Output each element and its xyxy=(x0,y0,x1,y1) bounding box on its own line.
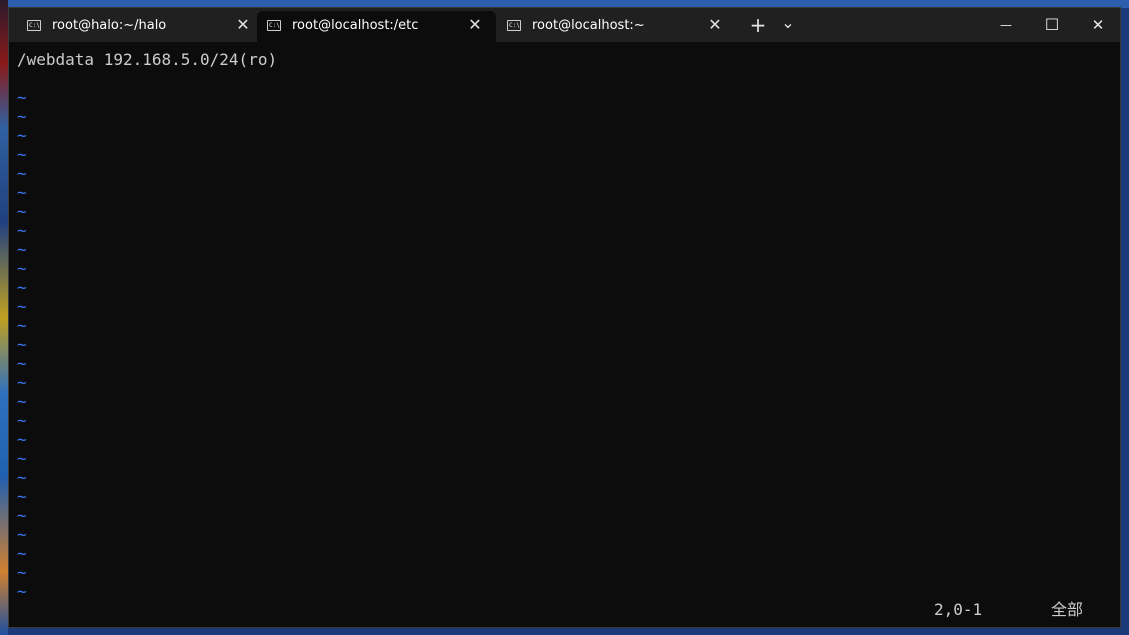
file-content-line: /webdata 192.168.5.0/24(ro) xyxy=(17,50,278,69)
tab-label: root@halo:~/halo xyxy=(52,18,167,33)
empty-line-marker: ~ xyxy=(17,468,27,487)
empty-line-marker: ~ xyxy=(17,354,27,373)
empty-line-marker: ~ xyxy=(17,164,27,183)
tab-label: root@localhost:/etc xyxy=(292,18,419,33)
close-button[interactable]: ✕ xyxy=(1075,8,1121,42)
empty-line-marker: ~ xyxy=(17,430,27,449)
close-icon[interactable]: ✕ xyxy=(465,15,485,35)
empty-line-marker: ~ xyxy=(17,411,27,430)
empty-line-marker: ~ xyxy=(17,202,27,221)
terminal-icon: C:\ xyxy=(27,20,41,31)
title-bar: C:\ root@halo:~/halo ✕ C:\ root@localhos… xyxy=(9,8,1120,42)
close-icon[interactable]: ✕ xyxy=(705,15,725,35)
empty-line-marker: ~ xyxy=(17,259,27,278)
chevron-down-icon[interactable]: ⌄ xyxy=(776,13,800,37)
terminal-window: C:\ root@halo:~/halo ✕ C:\ root@localhos… xyxy=(8,7,1121,628)
cursor-position: 2,0-1 xyxy=(934,600,983,619)
terminal-icon: C:\ xyxy=(507,20,521,31)
empty-line-marker: ~ xyxy=(17,278,27,297)
empty-line-marker: ~ xyxy=(17,297,27,316)
empty-line-marker: ~ xyxy=(17,240,27,259)
minimize-button[interactable]: — xyxy=(983,8,1029,42)
empty-line-marker: ~ xyxy=(17,221,27,240)
empty-line-marker: ~ xyxy=(17,487,27,506)
empty-line-marker: ~ xyxy=(17,145,27,164)
empty-line-marker: ~ xyxy=(17,373,27,392)
new-tab-button[interactable]: + xyxy=(746,13,770,37)
empty-line-marker: ~ xyxy=(17,107,27,126)
terminal-icon: C:\ xyxy=(267,20,281,31)
empty-line-marker: ~ xyxy=(17,544,27,563)
close-icon[interactable]: ✕ xyxy=(233,15,253,35)
maximize-button[interactable]: ☐ xyxy=(1029,8,1075,42)
tab-root-halo[interactable]: C:\ root@halo:~/halo ✕ xyxy=(17,11,257,42)
empty-line-marker: ~ xyxy=(17,183,27,202)
tab-label: root@localhost:~ xyxy=(532,18,645,33)
empty-line-marker: ~ xyxy=(17,88,27,107)
empty-line-marker: ~ xyxy=(17,563,27,582)
tab-root-localhost-etc[interactable]: C:\ root@localhost:/etc ✕ xyxy=(257,11,496,42)
desktop-background-edge xyxy=(0,0,8,635)
empty-line-marker: ~ xyxy=(17,449,27,468)
empty-line-marker: ~ xyxy=(17,392,27,411)
empty-line-marker: ~ xyxy=(17,126,27,145)
empty-line-marker: ~ xyxy=(17,582,27,601)
terminal-pane[interactable]: /webdata 192.168.5.0/24(ro) ~ ~ ~ ~ ~ ~ ~ ~ ~ ~ ~ ~… xyxy=(9,42,1120,627)
empty-line-marker: ~ xyxy=(17,525,27,544)
empty-line-marker: ~ xyxy=(17,316,27,335)
empty-line-marker: ~ xyxy=(17,506,27,525)
tab-root-localhost-home[interactable]: C:\ root@localhost:~ ✕ xyxy=(497,11,737,42)
empty-line-marker: ~ xyxy=(17,335,27,354)
scroll-position: 全部 xyxy=(1051,600,1084,619)
